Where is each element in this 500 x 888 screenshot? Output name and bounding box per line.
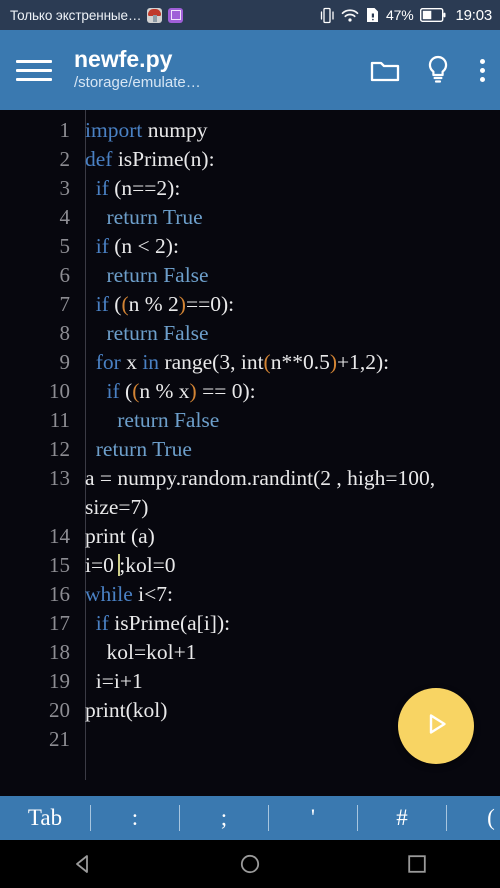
- code-line[interactable]: 17 if isPrime(a[i]):: [0, 609, 500, 638]
- line-source[interactable]: while i<7:: [78, 580, 500, 609]
- line-number: 16: [49, 582, 70, 606]
- line-source[interactable]: print (a): [78, 522, 500, 551]
- symbol-key-open-paren[interactable]: (: [447, 805, 500, 831]
- sim-card-icon: [366, 7, 379, 23]
- line-source[interactable]: return True: [78, 435, 500, 464]
- line-number: 18: [49, 640, 70, 664]
- home-icon[interactable]: [215, 840, 285, 888]
- line-source[interactable]: if isPrime(a[i]):: [78, 609, 500, 638]
- code-lines-container[interactable]: 1 import numpy 2 def isPrime(n): 3 if (n==2)…: [0, 110, 500, 780]
- line-source[interactable]: return True: [78, 203, 500, 232]
- symbol-separator: [268, 805, 269, 831]
- code-editor[interactable]: 1 import numpy 2 def isPrime(n): 3 if (n==2)…: [0, 110, 500, 780]
- line-number: 21: [49, 727, 70, 751]
- code-line[interactable]: 1 import numpy: [0, 116, 500, 145]
- line-source[interactable]: a = numpy.random.randint(2 , high=100, s…: [78, 464, 500, 522]
- code-line[interactable]: 8 return False: [0, 319, 500, 348]
- code-line[interactable]: 3 if (n==2):: [0, 174, 500, 203]
- app-bar: newfe.py /storage/emulate…: [0, 30, 500, 110]
- line-number: 7: [59, 292, 71, 316]
- symbol-key-apostrophe[interactable]: ': [269, 805, 357, 831]
- line-number: 19: [49, 669, 70, 693]
- code-line[interactable]: 10 if ((n % x) == 0):: [0, 377, 500, 406]
- code-line[interactable]: 7 if ((n % 2)==0):: [0, 290, 500, 319]
- code-line[interactable]: 14 print (a): [0, 522, 500, 551]
- wifi-icon: [341, 8, 359, 23]
- code-line[interactable]: 18 kol=kol+1: [0, 638, 500, 667]
- line-number: 2: [59, 147, 71, 171]
- code-line[interactable]: 15 i=0 ;kol=0: [0, 551, 500, 580]
- line-source[interactable]: return False: [78, 406, 500, 435]
- mushroom-app-icon: [147, 7, 163, 23]
- symbol-toolbar[interactable]: Tab:; ' #(: [0, 796, 500, 840]
- line-number: 12: [49, 437, 70, 461]
- title-block: newfe.py /storage/emulate…: [74, 47, 362, 93]
- status-bar: Только экстренные… 47% 19:03: [0, 0, 500, 30]
- file-path-subtitle: /storage/emulate…: [74, 74, 201, 91]
- recents-icon[interactable]: [382, 840, 452, 888]
- line-number: 13: [49, 466, 70, 490]
- kebab-menu-icon[interactable]: [476, 58, 488, 82]
- line-source[interactable]: if ((n % x) == 0):: [78, 377, 500, 406]
- app-bar-actions: [370, 55, 488, 85]
- line-number: 6: [59, 263, 71, 287]
- line-source[interactable]: if (n < 2):: [78, 232, 500, 261]
- status-bar-right: 47% 19:03: [320, 7, 492, 24]
- folder-icon[interactable]: [370, 57, 400, 83]
- line-source[interactable]: return False: [78, 261, 500, 290]
- line-number: 1: [59, 118, 71, 142]
- line-number: 9: [59, 350, 71, 374]
- symbol-key-semicolon[interactable]: ;: [180, 805, 268, 831]
- line-source[interactable]: for x in range(3, int(n**0.5)+1,2):: [78, 348, 500, 377]
- status-bar-left: Только экстренные…: [10, 7, 320, 23]
- symbol-key-tab[interactable]: Tab: [0, 805, 90, 831]
- back-icon[interactable]: [48, 840, 118, 888]
- code-line[interactable]: 12 return True: [0, 435, 500, 464]
- symbol-separator: [446, 805, 447, 831]
- symbol-key-hash[interactable]: #: [358, 805, 446, 831]
- code-line[interactable]: 16 while i<7:: [0, 580, 500, 609]
- line-source[interactable]: return False: [78, 319, 500, 348]
- symbol-separator: [357, 805, 358, 831]
- hamburger-menu-icon[interactable]: [16, 55, 52, 85]
- line-number: 10: [49, 379, 70, 403]
- symbol-separator: [179, 805, 180, 831]
- line-number: 11: [49, 408, 70, 432]
- battery-icon: [420, 8, 446, 22]
- line-number: 8: [59, 321, 71, 345]
- symbol-key-colon[interactable]: :: [91, 805, 179, 831]
- symbol-separator: [90, 805, 91, 831]
- line-source[interactable]: kol=kol+1: [78, 638, 500, 667]
- line-source[interactable]: def isPrime(n):: [78, 145, 500, 174]
- app-root: Только экстренные… 47% 19:03 newfe.py /s…: [0, 0, 500, 888]
- code-line[interactable]: 9 for x in range(3, int(n**0.5)+1,2):: [0, 348, 500, 377]
- android-nav-bar: [0, 840, 500, 888]
- line-source[interactable]: i=0 ;kol=0: [78, 551, 500, 580]
- vibrate-icon: [320, 7, 334, 24]
- code-line[interactable]: 13 a = numpy.random.randint(2 , high=100,…: [0, 464, 500, 522]
- line-number: 3: [59, 176, 71, 200]
- line-number: 20: [49, 698, 70, 722]
- clock-label: 19:03: [455, 6, 492, 24]
- line-number: 15: [49, 553, 70, 577]
- line-number: 4: [59, 205, 71, 229]
- code-line[interactable]: 5 if (n < 2):: [0, 232, 500, 261]
- carrier-label: Только экстренные…: [10, 7, 142, 23]
- run-button[interactable]: [398, 688, 474, 764]
- line-number: 14: [49, 524, 70, 548]
- purple-app-icon: [168, 7, 184, 23]
- play-icon: [418, 706, 454, 747]
- line-number: 5: [59, 234, 71, 258]
- battery-percent-label: 47%: [386, 7, 414, 23]
- line-source[interactable]: import numpy: [78, 116, 500, 145]
- line-source[interactable]: if ((n % 2)==0):: [78, 290, 500, 319]
- lightbulb-icon[interactable]: [426, 55, 450, 85]
- code-line[interactable]: 4 return True: [0, 203, 500, 232]
- code-line[interactable]: 2 def isPrime(n):: [0, 145, 500, 174]
- line-number: 17: [49, 611, 70, 635]
- code-line[interactable]: 11 return False: [0, 406, 500, 435]
- page-title: newfe.py: [74, 47, 173, 73]
- code-line[interactable]: 6 return False: [0, 261, 500, 290]
- line-source[interactable]: if (n==2):: [78, 174, 500, 203]
